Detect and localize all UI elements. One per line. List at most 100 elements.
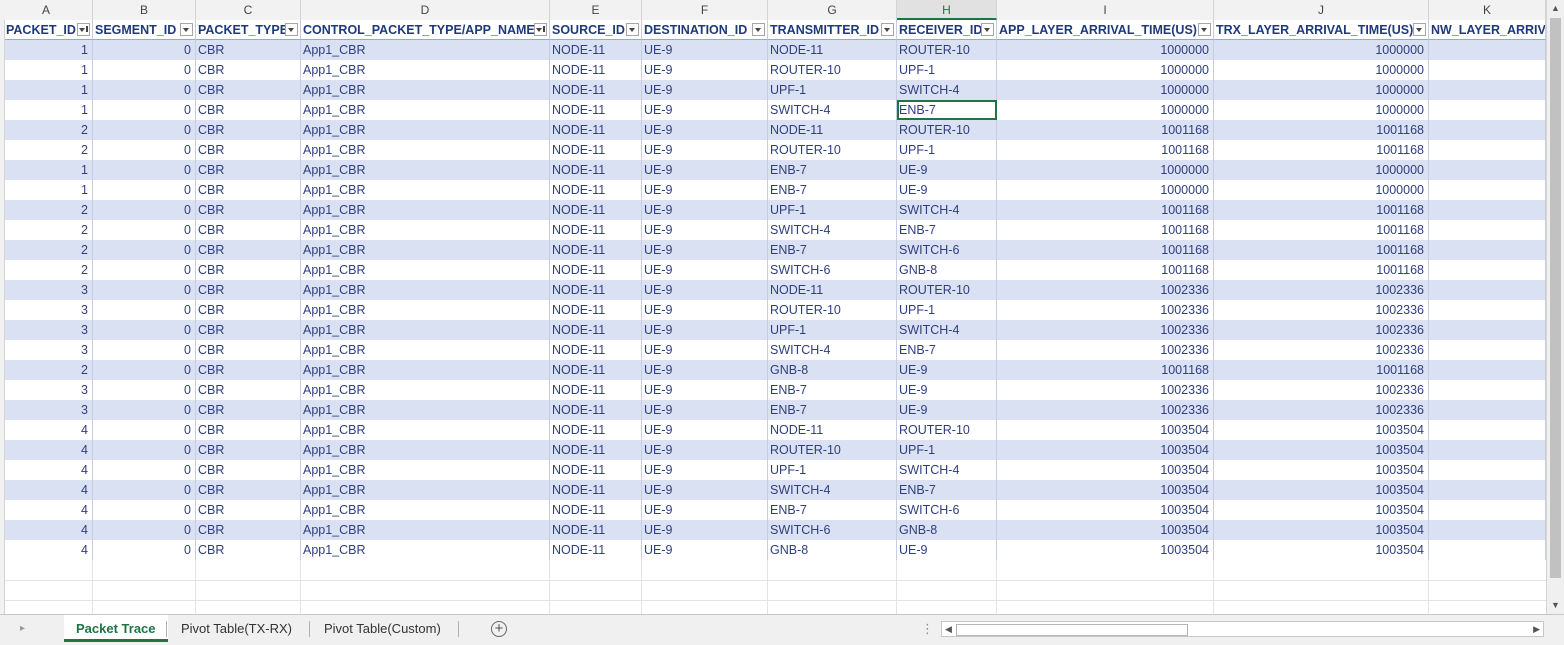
table-cell[interactable]: GNB-8	[897, 520, 997, 540]
table-cell[interactable]: NODE-11	[550, 80, 642, 100]
table-cell[interactable]: 4	[4, 500, 93, 520]
table-cell[interactable]	[1429, 520, 1546, 540]
table-cell[interactable]: NODE-11	[768, 40, 897, 60]
table-cell[interactable]: 2	[4, 240, 93, 260]
table-cell[interactable]: CBR	[196, 320, 301, 340]
scroll-right-icon[interactable]: ▶	[1533, 622, 1540, 636]
table-cell[interactable]: 3	[4, 380, 93, 400]
table-cell[interactable]: 0	[93, 260, 196, 280]
table-cell[interactable]: UE-9	[642, 160, 768, 180]
table-cell[interactable]	[1429, 60, 1546, 80]
header-cell[interactable]: CONTROL_PACKET_TYPE/APP_NAME	[301, 20, 550, 40]
table-cell[interactable]: 1001168	[997, 360, 1214, 380]
table-cell[interactable]: UE-9	[642, 300, 768, 320]
table-cell[interactable]: 1002336	[1214, 340, 1429, 360]
table-cell[interactable]: 1002336	[997, 380, 1214, 400]
header-cell[interactable]: DESTINATION_ID	[642, 20, 768, 40]
table-cell[interactable]: 4	[4, 460, 93, 480]
table-cell[interactable]	[1429, 40, 1546, 60]
table-cell[interactable]: SWITCH-4	[768, 480, 897, 500]
table-cell[interactable]: UPF-1	[897, 140, 997, 160]
table-cell[interactable]: App1_CBR	[301, 360, 550, 380]
table-cell[interactable]: 0	[93, 460, 196, 480]
tab-scroll-right-icon[interactable]: ▸	[20, 623, 25, 634]
table-cell[interactable]: 1000000	[1214, 160, 1429, 180]
table-cell[interactable]: 0	[93, 40, 196, 60]
table-cell[interactable]: CBR	[196, 420, 301, 440]
table-cell[interactable]: 1001168	[1214, 200, 1429, 220]
table-cell[interactable]: ENB-7	[768, 380, 897, 400]
table-cell[interactable]: 1	[4, 80, 93, 100]
table-cell[interactable]: 1	[4, 100, 93, 120]
table-cell[interactable]: App1_CBR	[301, 380, 550, 400]
table-cell[interactable]: UE-9	[642, 80, 768, 100]
table-cell[interactable]: 1001168	[1214, 120, 1429, 140]
table-cell[interactable]	[1429, 380, 1546, 400]
table-cell[interactable]: NODE-11	[550, 480, 642, 500]
table-cell[interactable]: ENB-7	[768, 400, 897, 420]
table-cell[interactable]: App1_CBR	[301, 80, 550, 100]
sheet-tab-1[interactable]: Packet Trace	[64, 615, 168, 642]
table-cell[interactable]: UE-9	[642, 400, 768, 420]
table-cell[interactable]: 1000000	[997, 60, 1214, 80]
table-cell[interactable]: UE-9	[642, 120, 768, 140]
table-cell[interactable]: ROUTER-10	[897, 120, 997, 140]
table-cell[interactable]: 1002336	[997, 400, 1214, 420]
table-cell[interactable]: 3	[4, 400, 93, 420]
table-cell[interactable]: 1000000	[1214, 40, 1429, 60]
table-cell[interactable]: 0	[93, 480, 196, 500]
filter-dropdown-icon[interactable]	[626, 23, 639, 36]
table-cell[interactable]	[1429, 460, 1546, 480]
table-cell[interactable]: UPF-1	[897, 300, 997, 320]
table-cell[interactable]: SWITCH-4	[897, 320, 997, 340]
table-cell[interactable]: CBR	[196, 160, 301, 180]
table-cell[interactable]: App1_CBR	[301, 300, 550, 320]
table-cell[interactable]: CBR	[196, 380, 301, 400]
table-cell[interactable]: 0	[93, 180, 196, 200]
table-cell[interactable]: App1_CBR	[301, 480, 550, 500]
table-cell[interactable]: 1001168	[1214, 360, 1429, 380]
table-cell[interactable]: CBR	[196, 500, 301, 520]
table-cell[interactable]: ENB-7	[897, 340, 997, 360]
table-cell[interactable]: CBR	[196, 540, 301, 560]
table-cell[interactable]: 0	[93, 400, 196, 420]
column-letter-c[interactable]: C	[196, 0, 301, 20]
table-cell[interactable]: NODE-11	[550, 300, 642, 320]
table-cell[interactable]: 1001168	[1214, 220, 1429, 240]
table-cell[interactable]	[1429, 300, 1546, 320]
table-cell[interactable]: ROUTER-10	[768, 140, 897, 160]
table-cell[interactable]: 1	[4, 60, 93, 80]
table-cell[interactable]: App1_CBR	[301, 460, 550, 480]
table-cell[interactable]: 1001168	[997, 120, 1214, 140]
table-cell[interactable]: UE-9	[642, 340, 768, 360]
table-cell[interactable]	[1429, 120, 1546, 140]
table-cell[interactable]: NODE-11	[550, 440, 642, 460]
table-cell[interactable]: 3	[4, 280, 93, 300]
table-cell[interactable]: CBR	[196, 460, 301, 480]
table-cell[interactable]	[1429, 360, 1546, 380]
table-cell[interactable]: App1_CBR	[301, 220, 550, 240]
empty-row[interactable]	[4, 560, 1546, 581]
table-cell[interactable]: 0	[93, 200, 196, 220]
table-cell[interactable]: ENB-7	[768, 160, 897, 180]
table-cell[interactable]: App1_CBR	[301, 100, 550, 120]
table-cell[interactable]	[1429, 240, 1546, 260]
filter-dropdown-icon[interactable]	[1198, 23, 1211, 36]
table-cell[interactable]: CBR	[196, 140, 301, 160]
horizontal-scrollbar[interactable]: ◀ ▶	[941, 621, 1544, 637]
table-cell[interactable]: 1001168	[997, 140, 1214, 160]
column-letter-i[interactable]: I	[997, 0, 1214, 20]
table-cell[interactable]: 1002336	[1214, 400, 1429, 420]
table-cell[interactable]	[1429, 500, 1546, 520]
table-cell[interactable]: 4	[4, 440, 93, 460]
header-cell[interactable]: TRANSMITTER_ID	[768, 20, 897, 40]
table-cell[interactable]: NODE-11	[550, 400, 642, 420]
table-cell[interactable]: 1000000	[1214, 80, 1429, 100]
empty-row[interactable]	[4, 600, 1546, 614]
table-cell[interactable]: NODE-11	[550, 280, 642, 300]
table-cell[interactable]: 2	[4, 200, 93, 220]
table-cell[interactable]: UE-9	[642, 500, 768, 520]
spreadsheet-grid[interactable]: ABCDEFGHIJK PACKET_ID SEGMENT_ID PACKET_TY…	[0, 0, 1546, 614]
table-cell[interactable]: SWITCH-6	[897, 240, 997, 260]
table-cell[interactable]: ROUTER-10	[897, 280, 997, 300]
